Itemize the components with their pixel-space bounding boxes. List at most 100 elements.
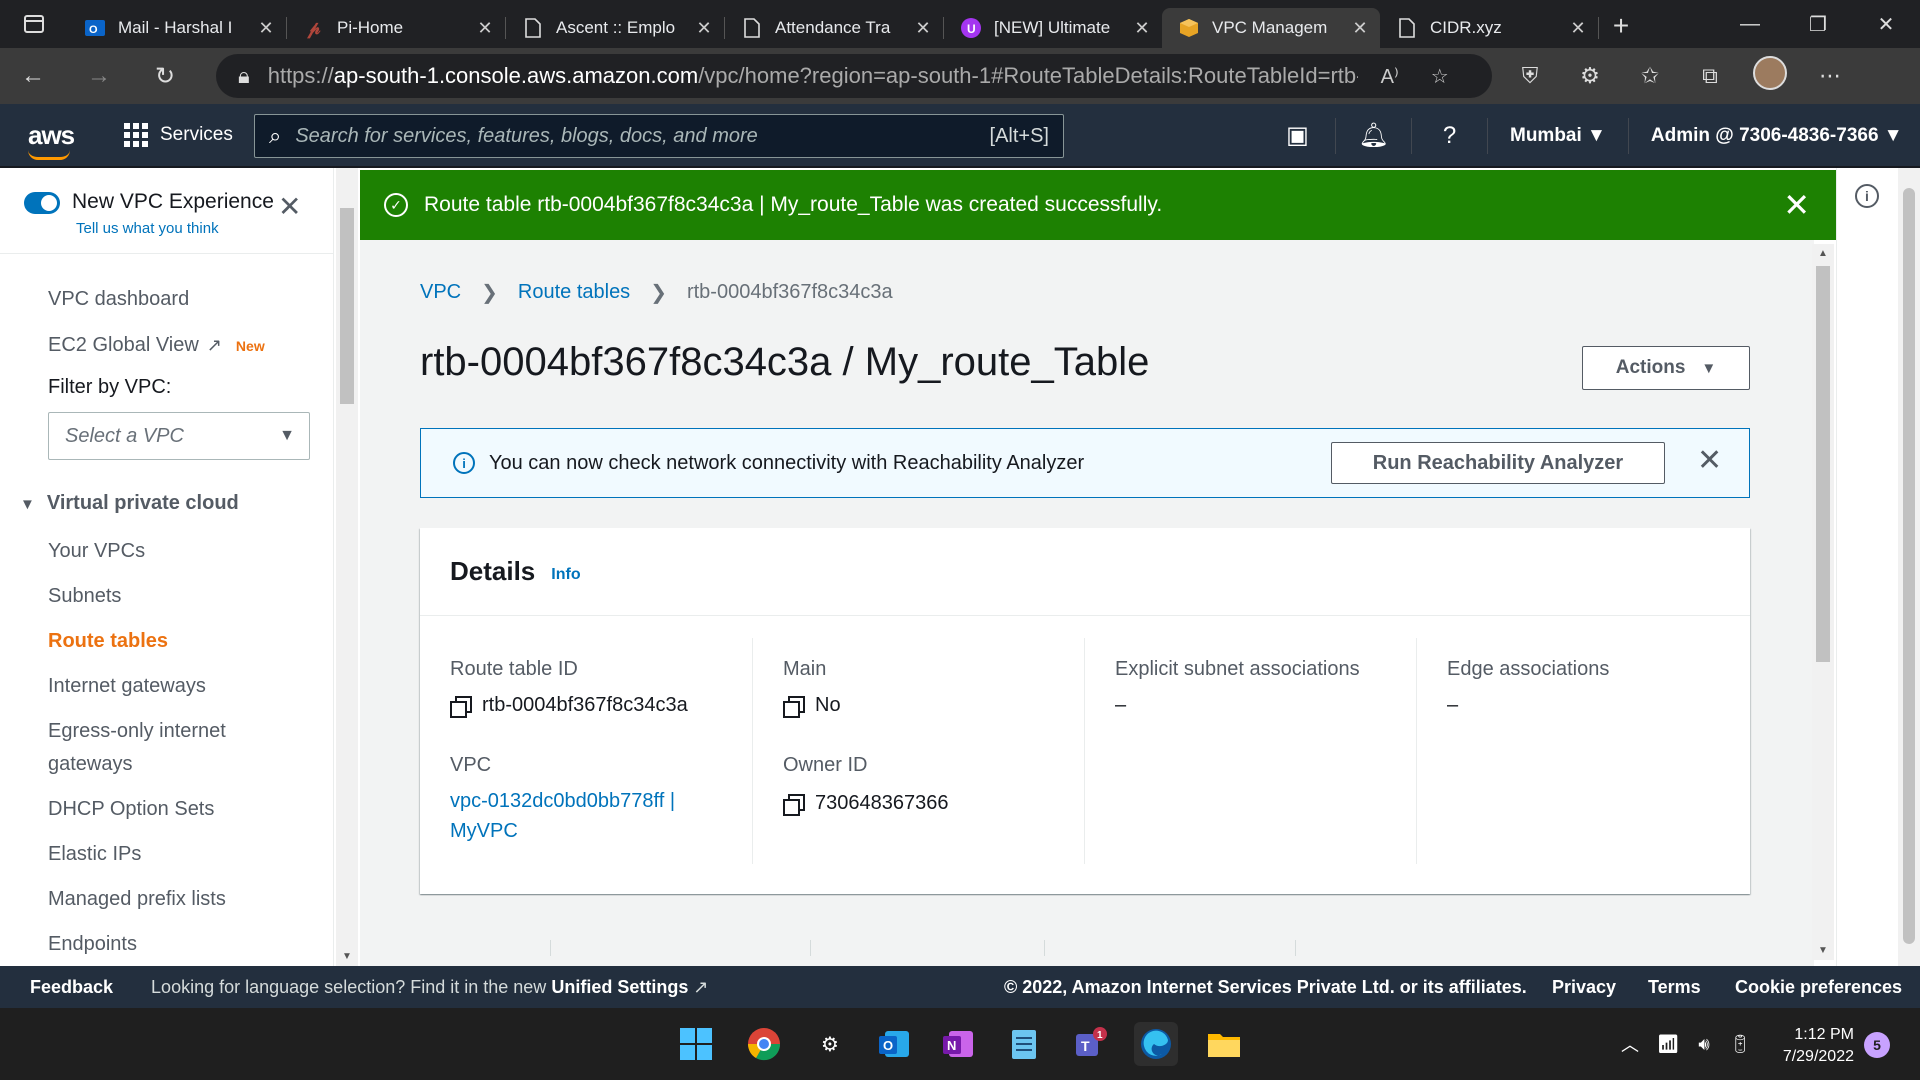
section-virtual-private-cloud[interactable]: ▼ Virtual private cloud [20, 492, 239, 515]
browser-tab-attendance[interactable]: Attendance Tra ✕ [725, 8, 943, 48]
breadcrumb-vpc[interactable]: VPC [420, 281, 461, 304]
scroll-up-arrow-icon[interactable]: ▲ [1818, 248, 1828, 259]
close-window-icon[interactable]: ✕ [1852, 0, 1920, 48]
back-icon[interactable]: ← [0, 48, 66, 104]
read-aloud-icon[interactable]: A⁾ [1372, 64, 1408, 89]
close-tab-icon[interactable]: ✕ [475, 18, 495, 39]
close-sidebar-icon[interactable]: ✕ [278, 193, 301, 221]
close-tab-icon[interactable]: ✕ [1350, 18, 1370, 39]
browser-tab-vpc-management[interactable]: VPC Managem ✕ [1162, 8, 1380, 48]
address-bar[interactable]: 🔒︎ https://ap-south-1.console.aws.amazon… [216, 54, 1492, 98]
teams-icon[interactable]: T1 [1068, 1022, 1112, 1066]
info-icon[interactable]: i [1855, 184, 1879, 208]
terms-link[interactable]: Terms [1648, 977, 1701, 998]
windows-start-icon[interactable] [674, 1022, 718, 1066]
copy-icon[interactable] [783, 793, 805, 816]
taskbar-clock[interactable]: 1:12 PM 7/29/2022 [1770, 1024, 1854, 1068]
copy-icon[interactable] [450, 695, 472, 718]
sidebar-item-dhcp-option-sets[interactable]: DHCP Option Sets [48, 798, 214, 821]
collections-icon[interactable]: ⧉ [1680, 63, 1740, 89]
vpc-link[interactable]: vpc-0132dc0bd0bb778ff | MyVPC [450, 786, 730, 846]
outlook-icon[interactable]: O [872, 1022, 916, 1066]
main-scroll-thumb[interactable] [1816, 266, 1830, 662]
details-info-link[interactable]: Info [551, 566, 580, 584]
refresh-icon[interactable]: ↻ [132, 48, 198, 104]
notifications-bell-icon[interactable]: 🔔︎ [1336, 118, 1412, 154]
forward-icon[interactable]: → [66, 48, 132, 104]
wifi-icon[interactable]: 📶︎ [1650, 1034, 1686, 1055]
chrome-icon[interactable] [742, 1022, 786, 1066]
battery-icon[interactable]: 🔋︎ [1722, 1034, 1758, 1055]
notification-count-badge[interactable]: 5 [1864, 1032, 1890, 1058]
add-favorite-icon[interactable]: ☆ [1422, 64, 1458, 89]
feedback-link[interactable]: Tell us what you think [76, 220, 219, 237]
close-tab-icon[interactable]: ✕ [1132, 18, 1152, 39]
sidebar-item-managed-prefix-lists[interactable]: Managed prefix lists [48, 888, 226, 911]
run-reachability-analyzer-button[interactable]: Run Reachability Analyzer [1331, 442, 1665, 484]
sidebar-item-endpoints[interactable]: Endpoints [48, 933, 137, 956]
copy-icon[interactable] [783, 695, 805, 718]
dismiss-info-icon[interactable]: ✕ [1697, 443, 1722, 479]
services-menu[interactable]: Services [124, 123, 233, 147]
actions-button[interactable]: Actions ▼ [1582, 346, 1750, 390]
workspaces-icon[interactable] [0, 0, 68, 48]
account-menu[interactable]: Admin @ 7306-4836-7366 ▼ [1629, 118, 1920, 154]
cloudshell-icon[interactable]: ▣ [1260, 118, 1336, 154]
more-menu-icon[interactable]: ⋯ [1800, 63, 1860, 89]
cookie-preferences-link[interactable]: Cookie preferences [1735, 977, 1902, 998]
onenote-icon[interactable]: N [936, 1022, 980, 1066]
scroll-down-arrow-icon[interactable]: ▼ [1818, 945, 1828, 956]
browser-tab-pi-home[interactable]: 𝓅 Pi-Home ✕ [287, 8, 505, 48]
lock-icon[interactable]: 🔒︎ [238, 63, 250, 89]
new-tab-button[interactable]: + [1599, 10, 1643, 42]
sidebar-item-vpc-dashboard[interactable]: VPC dashboard [48, 288, 189, 311]
new-experience-toggle[interactable] [24, 192, 60, 214]
sidebar-item-egress-only-gateways[interactable]: Egress-only internet [48, 720, 226, 743]
sidebar-scroll-thumb[interactable] [340, 208, 354, 404]
aws-logo[interactable]: aws [0, 120, 100, 160]
settings-gear-icon[interactable]: ⚙ [808, 1022, 852, 1066]
main-scrollbar[interactable]: ▲ ▼ [1812, 244, 1834, 960]
restore-icon[interactable]: ❐ [1784, 0, 1852, 48]
close-tab-icon[interactable]: ✕ [256, 18, 276, 39]
profile-avatar[interactable] [1740, 56, 1800, 96]
sidebar-item-your-vpcs[interactable]: Your VPCs [48, 540, 145, 563]
help-icon[interactable]: ? [1412, 118, 1488, 154]
sidebar-item-route-tables[interactable]: Route tables [48, 630, 168, 653]
unified-settings-link[interactable]: Unified Settings [551, 977, 688, 997]
sidebar-item-elastic-ips[interactable]: Elastic IPs [48, 843, 141, 866]
close-tab-icon[interactable]: ✕ [1568, 18, 1588, 39]
vpc-link-line1: vpc-0132dc0bd0bb778ff | [450, 790, 676, 812]
page-scroll-thumb[interactable] [1903, 188, 1915, 944]
extensions-icon[interactable]: ⚙ [1560, 63, 1620, 89]
privacy-link[interactable]: Privacy [1552, 977, 1616, 998]
minimize-icon[interactable]: — [1716, 0, 1784, 48]
sidebar-item-subnets[interactable]: Subnets [48, 585, 121, 608]
browser-tab-ascent[interactable]: Ascent :: Emplo ✕ [506, 8, 724, 48]
feedback-link[interactable]: Feedback [30, 977, 113, 998]
notepad-icon[interactable] [1002, 1022, 1046, 1066]
browser-tab-cidr[interactable]: CIDR.xyz ✕ [1380, 8, 1598, 48]
edge-icon[interactable] [1134, 1022, 1178, 1066]
page-scrollbar[interactable] [1898, 168, 1920, 966]
browser-tab-udemy[interactable]: U [NEW] Ultimate ✕ [944, 8, 1162, 48]
dismiss-flash-icon[interactable]: ✕ [1783, 189, 1810, 221]
aws-search-input[interactable]: ⌕ Search for services, features, blogs, … [254, 114, 1064, 158]
scroll-down-arrow-icon[interactable]: ▼ [342, 951, 352, 962]
close-tab-icon[interactable]: ✕ [913, 18, 933, 39]
select-vpc-dropdown[interactable]: Select a VPC ▼ [48, 412, 310, 460]
volume-icon[interactable]: 🔊︎ [1686, 1034, 1722, 1055]
sidebar-item-internet-gateways[interactable]: Internet gateways [48, 675, 206, 698]
sidebar-scrollbar[interactable]: ▼ [336, 168, 358, 966]
favorites-icon[interactable]: ✩ [1620, 63, 1680, 89]
sidebar-item-ec2-global-view[interactable]: EC2 Global View ↗︎ New [48, 334, 265, 357]
new-experience-label: New VPC Experience [72, 190, 274, 213]
breadcrumb-route-tables[interactable]: Route tables [518, 281, 630, 304]
file-explorer-icon[interactable] [1202, 1022, 1246, 1066]
show-hidden-icons-icon[interactable]: ︿ [1610, 1031, 1650, 1057]
region-selector[interactable]: Mumbai ▼ [1488, 118, 1629, 154]
extension-icon[interactable]: ⛨ [1500, 63, 1560, 89]
browser-tab-mail[interactable]: O Mail - Harshal I ✕ [68, 8, 286, 48]
sidebar-item-egress-only-gateways-line2[interactable]: gateways [48, 753, 133, 776]
close-tab-icon[interactable]: ✕ [694, 18, 714, 39]
